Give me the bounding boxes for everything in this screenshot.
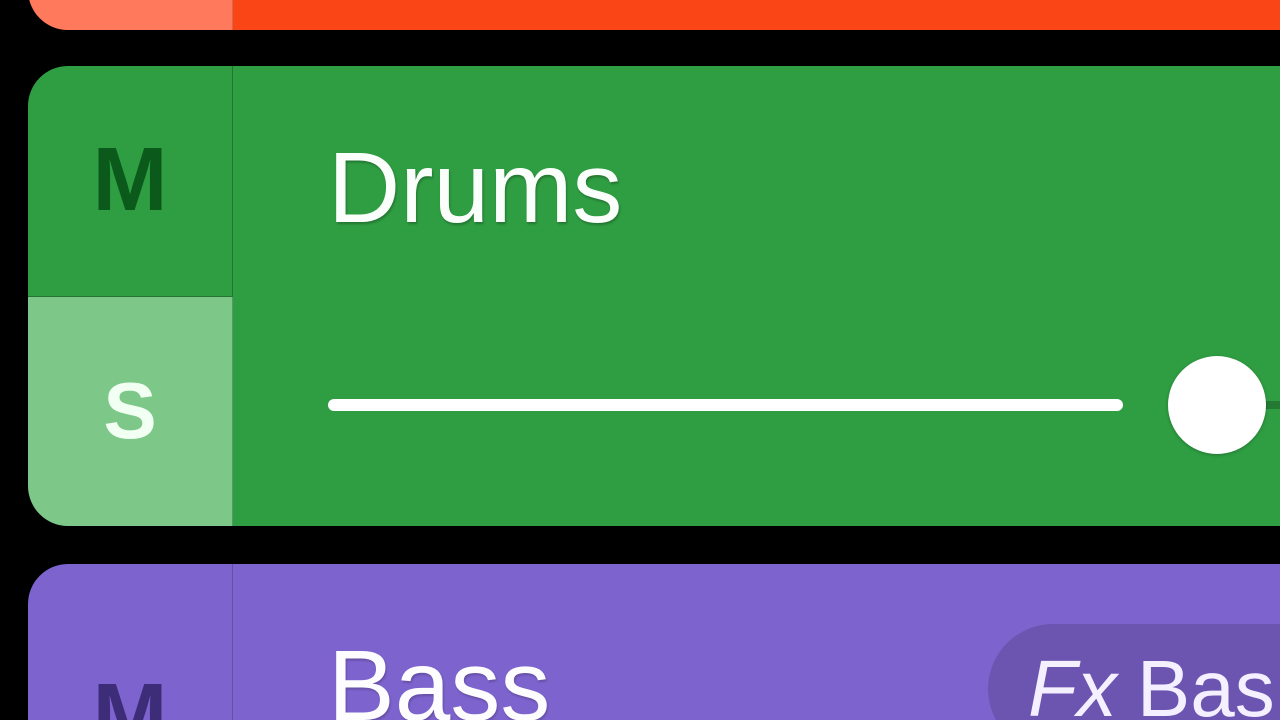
mute-button[interactable]: M [28,564,233,720]
fx-name-label: Bas [1137,643,1275,720]
slider-thumb[interactable] [1168,356,1266,454]
mute-button[interactable]: M [28,66,233,297]
volume-slider[interactable] [328,396,1280,412]
track-name-label: Drums [328,131,622,246]
mute-label: M [93,129,168,232]
solo-label: S [103,365,156,457]
fx-badge[interactable]: Fx Bas [988,624,1280,720]
track-controls-sidecol: M S [28,66,233,526]
slider-track-filled [328,399,1123,411]
track-controls-sidecol [28,0,233,30]
track-name-label: Bass [328,629,550,720]
track-row [28,0,1280,30]
track-controls-sidecol: M [28,564,233,720]
mute-label: M [93,665,168,720]
track-body[interactable]: Drums [233,66,1280,526]
solo-button[interactable]: S [28,297,233,527]
track-row-bass: M Bass Fx Bas [28,564,1280,720]
track-body[interactable] [233,0,1280,30]
track-body[interactable]: Bass Fx Bas [233,564,1280,720]
track-row-drums: M S Drums [28,66,1280,526]
fx-prefix-label: Fx [1028,643,1117,720]
